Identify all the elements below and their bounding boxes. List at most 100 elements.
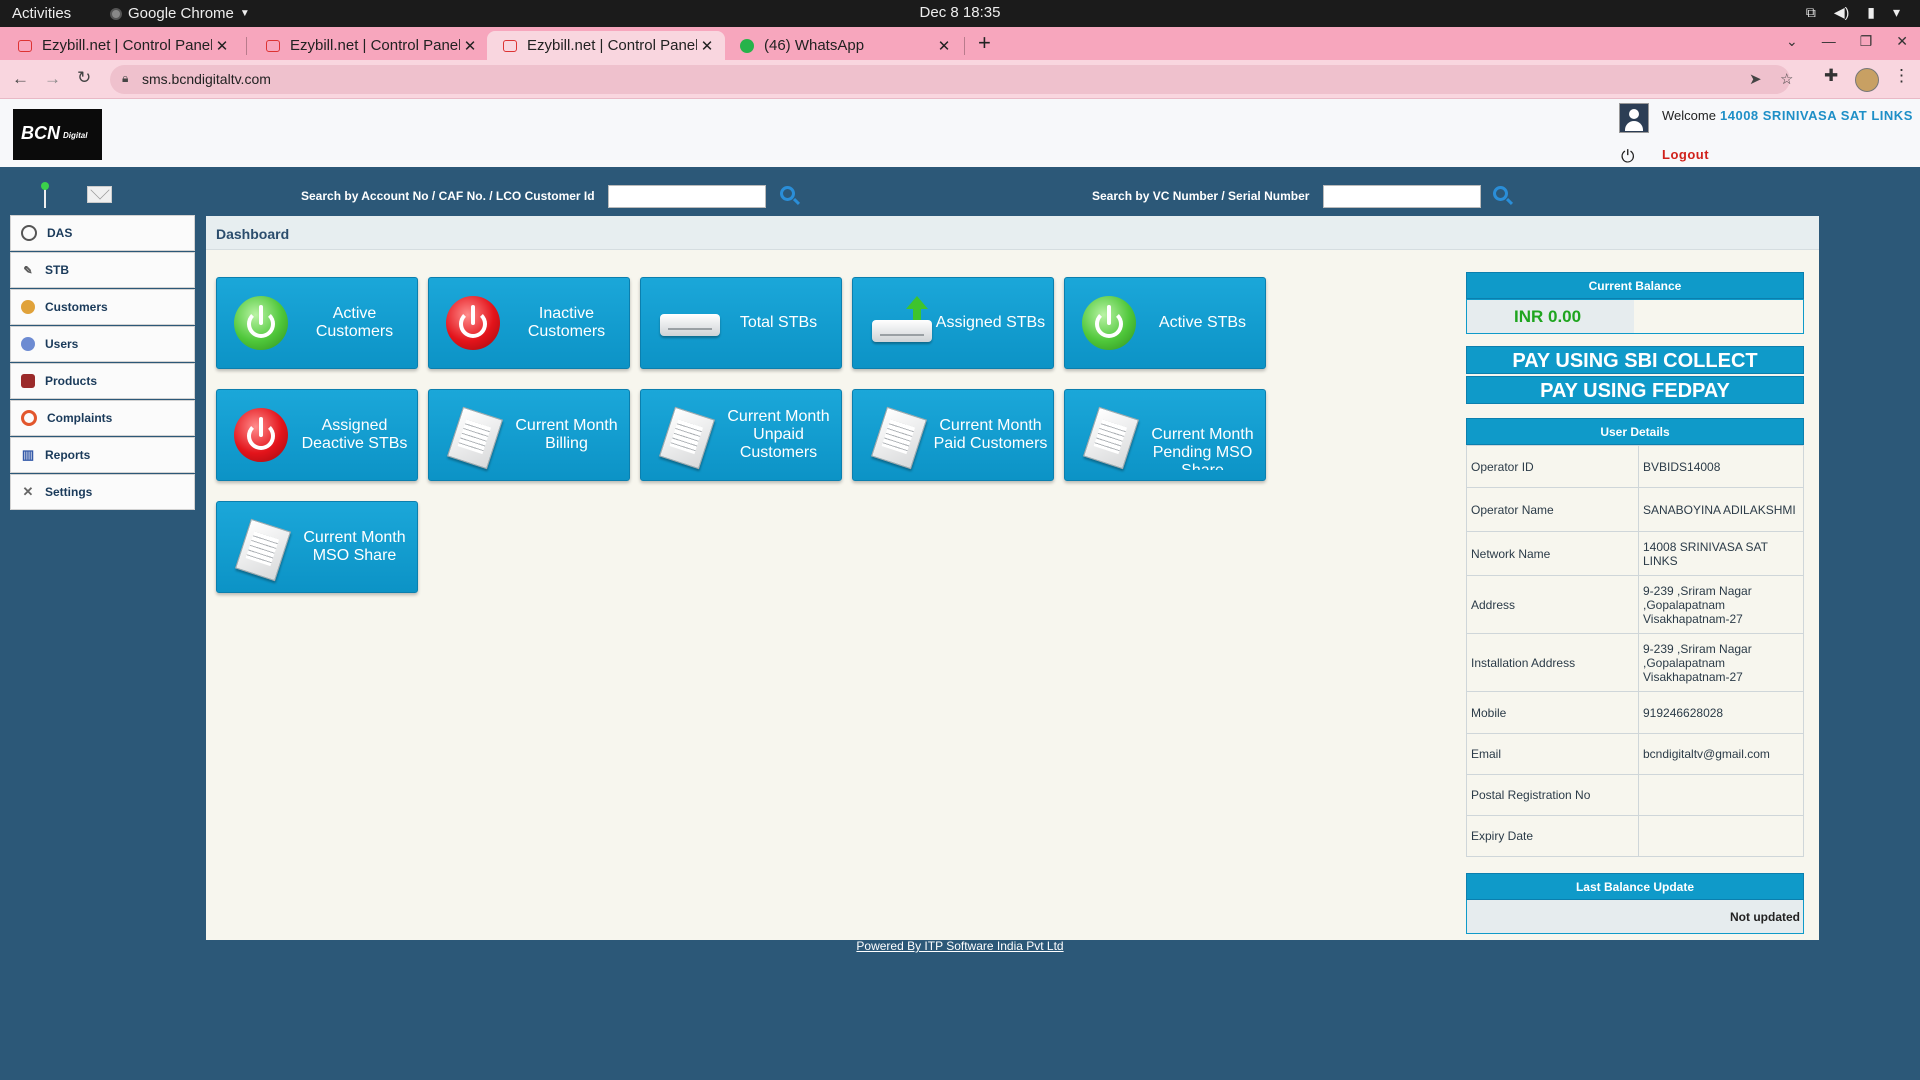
address-bar[interactable]: 🔒︎ sms.bcndigitaltv.com ➤ ☆ <box>110 65 1793 94</box>
bcn-digital-logo[interactable]: BCN Digital <box>13 109 102 160</box>
pay-fedpay-button[interactable]: PAY USING FEDPAY <box>1466 376 1804 404</box>
browser-tab[interactable]: Ezybill.net | Control Panel ✕ <box>250 31 488 60</box>
tile-current-month-billing[interactable]: Current Month Billing <box>428 389 630 481</box>
tile-assigned-stbs[interactable]: Assigned STBs <box>852 277 1054 369</box>
tile-current-month-mso-share[interactable]: Current Month MSO Share <box>216 501 418 593</box>
tile-label: Current Month Billing <box>515 417 618 452</box>
tile-label: Assigned STBs <box>935 314 1046 331</box>
sidebar-item-label: Settings <box>45 485 93 499</box>
logo-main-text: BCN <box>21 123 60 143</box>
sidebar-item-reports[interactable]: ▥ Reports <box>10 437 195 473</box>
lifebuoy-icon <box>21 410 37 426</box>
user-details-title: User Details <box>1466 418 1804 445</box>
pay-sbi-collect-button[interactable]: PAY USING SBI COLLECT <box>1466 346 1804 374</box>
sidebar: DAS ✎ STB Customers Users Products Compl… <box>10 215 195 511</box>
clock[interactable]: Dec 8 18:35 <box>0 4 1920 21</box>
chrome-icon <box>110 7 122 20</box>
close-tab-icon[interactable]: ✕ <box>697 37 717 55</box>
account-search-input[interactable] <box>608 185 766 208</box>
reload-icon[interactable]: ↻ <box>77 68 91 88</box>
tile-current-month-pending-mso-share[interactable]: Current Month Pending MSO Share <box>1064 389 1266 481</box>
tile-active-customers[interactable]: Active Customers <box>216 277 418 369</box>
window-controls: ⌄ — ❐ ✕ <box>1786 33 1908 50</box>
restore-icon[interactable]: ❐ <box>1860 33 1873 50</box>
tools-icon: ✕ <box>22 484 34 499</box>
detail-key: Email <box>1466 733 1639 775</box>
invoice-icon <box>234 518 292 582</box>
tile-active-stbs[interactable]: Active STBs <box>1064 277 1266 369</box>
minimize-icon[interactable]: — <box>1822 33 1836 50</box>
mail-icon[interactable] <box>87 186 112 203</box>
antenna-icon[interactable] <box>36 178 54 210</box>
sidebar-item-products[interactable]: Products <box>10 363 195 399</box>
close-tab-icon[interactable]: ✕ <box>460 37 480 55</box>
vc-search-icon[interactable] <box>1493 186 1508 201</box>
browser-tab[interactable]: Ezybill.net | Control Panel ✕ <box>2 31 240 60</box>
tab-title: Ezybill.net | Control Panel <box>527 37 697 54</box>
tile-current-month-unpaid-customers[interactable]: Current Month Unpaid Customers <box>640 389 842 481</box>
activities-button[interactable]: Activities <box>12 5 71 22</box>
tile-current-month-paid-customers[interactable]: Current Month Paid Customers <box>852 389 1054 481</box>
profile-avatar-icon[interactable] <box>1855 68 1879 92</box>
invoice-icon <box>658 406 716 470</box>
account-search-icon[interactable] <box>780 186 795 201</box>
sidebar-item-customers[interactable]: Customers <box>10 289 195 325</box>
close-tab-icon[interactable]: ✕ <box>212 37 232 55</box>
last-balance-update-title: Last Balance Update <box>1466 873 1804 900</box>
close-tab-icon[interactable]: ✕ <box>934 37 954 55</box>
app-menu[interactable]: Google Chrome ▼ <box>110 5 250 22</box>
sidebar-item-settings[interactable]: ✕ Settings <box>10 474 195 510</box>
sidebar-item-stb[interactable]: ✎ STB <box>10 252 195 288</box>
last-balance-update-value: Not updated <box>1730 910 1800 924</box>
tile-assigned-deactive-stbs[interactable]: Assigned Deactive STBs <box>216 389 418 481</box>
tile-label: Active STBs <box>1158 314 1247 331</box>
welcome-operator-name: 14008 SRINIVASA SAT LINKS <box>1720 108 1913 123</box>
browser-tab[interactable]: (46) WhatsApp ✕ <box>724 31 962 60</box>
bookmark-star-icon[interactable]: ☆ <box>1780 70 1793 88</box>
extensions-puzzle-icon[interactable]: ✚ <box>1824 66 1838 86</box>
invoice-icon <box>446 406 504 470</box>
invoice-icon <box>870 406 928 470</box>
vc-search-input[interactable] <box>1323 185 1481 208</box>
tile-label: Current Month MSO Share <box>303 529 406 564</box>
pen-icon: ✎ <box>23 264 33 277</box>
tile-label: Assigned Deactive STBs <box>301 417 408 452</box>
lock-icon[interactable]: 🔒︎ <box>122 71 128 86</box>
network-icon: ⧉ <box>1805 4 1816 20</box>
whatsapp-favicon-icon <box>740 38 754 53</box>
power-red-icon <box>446 296 500 350</box>
current-balance-value: INR 0.00 <box>1467 300 1634 333</box>
customer-icon <box>21 300 35 314</box>
close-window-icon[interactable]: ✕ <box>1896 33 1908 50</box>
table-row: Address 9-239 ,Sriram Nagar ,Gopalapatnam… <box>1466 575 1804 634</box>
sidebar-item-label: Reports <box>45 448 91 462</box>
welcome-label: Welcome <box>1662 108 1716 123</box>
sidebar-item-complaints[interactable]: Complaints <box>10 400 195 436</box>
tile-inactive-customers[interactable]: Inactive Customers <box>428 277 630 369</box>
detail-key: Operator Name <box>1466 487 1639 532</box>
tab-search-icon[interactable]: ⌄ <box>1786 33 1798 50</box>
chrome-menu-icon[interactable]: ⋮ <box>1893 66 1910 86</box>
system-tray[interactable]: ⧉ ◀) ▮ ▾ <box>1806 4 1900 21</box>
sidebar-item-users[interactable]: Users <box>10 326 195 362</box>
sidebar-item-das[interactable]: DAS <box>10 215 195 251</box>
sidebar-item-label: DAS <box>47 226 73 240</box>
logout-power-icon[interactable]: ⏻ <box>1621 147 1634 167</box>
tab-title: Ezybill.net | Control Panel <box>290 37 460 54</box>
detail-value: 9-239 ,Sriram Nagar ,Gopalapatnam Visakh… <box>1638 633 1804 692</box>
logout-link[interactable]: Logout <box>1662 147 1709 162</box>
tile-total-stbs[interactable]: Total STBs <box>640 277 842 369</box>
vc-search-label: Search by VC Number / Serial Number <box>1092 189 1310 203</box>
back-icon[interactable]: ← <box>12 69 29 89</box>
page-title: Dashboard <box>216 226 290 242</box>
forward-icon[interactable]: → <box>44 69 61 89</box>
set-top-box-upload-icon <box>870 296 932 350</box>
send-icon[interactable]: ➤ <box>1749 70 1762 88</box>
detail-value: 9-239 ,Sriram Nagar ,Gopalapatnam Visakh… <box>1638 575 1804 634</box>
powered-by-link[interactable]: Powered By ITP Software India Pvt Ltd <box>0 939 1920 953</box>
new-tab-icon[interactable]: + <box>978 30 991 56</box>
system-top-bar: Activities Google Chrome ▼ Dec 8 18:35 ⧉… <box>0 0 1920 27</box>
sidebar-item-label: Complaints <box>47 411 113 425</box>
browser-tab-active[interactable]: Ezybill.net | Control Panel ✕ <box>487 31 725 60</box>
power-green-icon <box>1082 296 1136 350</box>
